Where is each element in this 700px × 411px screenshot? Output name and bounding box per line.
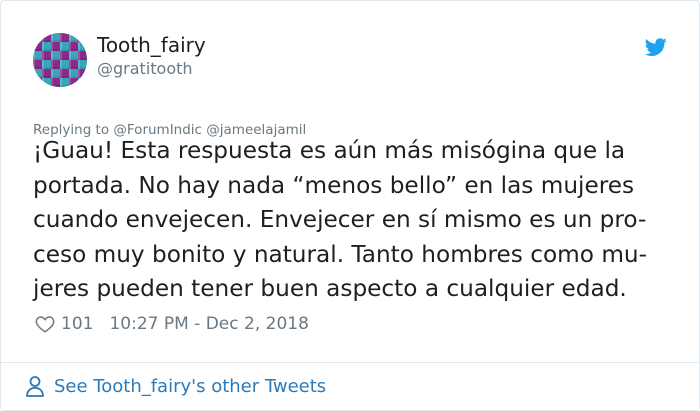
- tweet-meta: 101 10:27 PM - Dec 2, 2018: [35, 312, 309, 336]
- see-other-tweets-link[interactable]: See Tooth_fairy's other Tweets: [25, 373, 326, 399]
- author-display-name[interactable]: Tooth_fairy: [97, 32, 206, 58]
- author-handle[interactable]: @gratitooth: [97, 59, 193, 79]
- tweet-text-line: ceso muy bonito y natural. Tanto hombres…: [33, 240, 647, 268]
- tweet-text-line: jeres pueden tener buen aspecto a cualqu…: [33, 275, 627, 303]
- see-other-tweets-label[interactable]: See Tooth_fairy's other Tweets: [54, 376, 326, 397]
- tweet-timestamp[interactable]: 10:27 PM - Dec 2, 2018: [109, 314, 308, 334]
- person-icon: [26, 376, 44, 397]
- heart-icon[interactable]: [35, 315, 55, 333]
- like-count[interactable]: 101: [61, 314, 93, 334]
- avatar[interactable]: [33, 33, 87, 87]
- tweet-text-line: cuando envejecen. Envejecer en sí mismo …: [33, 206, 647, 234]
- tweet-text: ¡Guau! Esta respuesta es aún más misógin…: [33, 134, 675, 307]
- embedded-tweet-card: Tooth_fairy @gratitooth Replying to @For…: [0, 0, 700, 411]
- tweet-text-line: portada. No hay nada “menos bello” en la…: [33, 171, 635, 199]
- divider: [1, 362, 699, 363]
- tweet-text-line: ¡Guau! Esta respuesta es aún más misógin…: [33, 137, 626, 164]
- twitter-bird-icon[interactable]: [643, 36, 669, 58]
